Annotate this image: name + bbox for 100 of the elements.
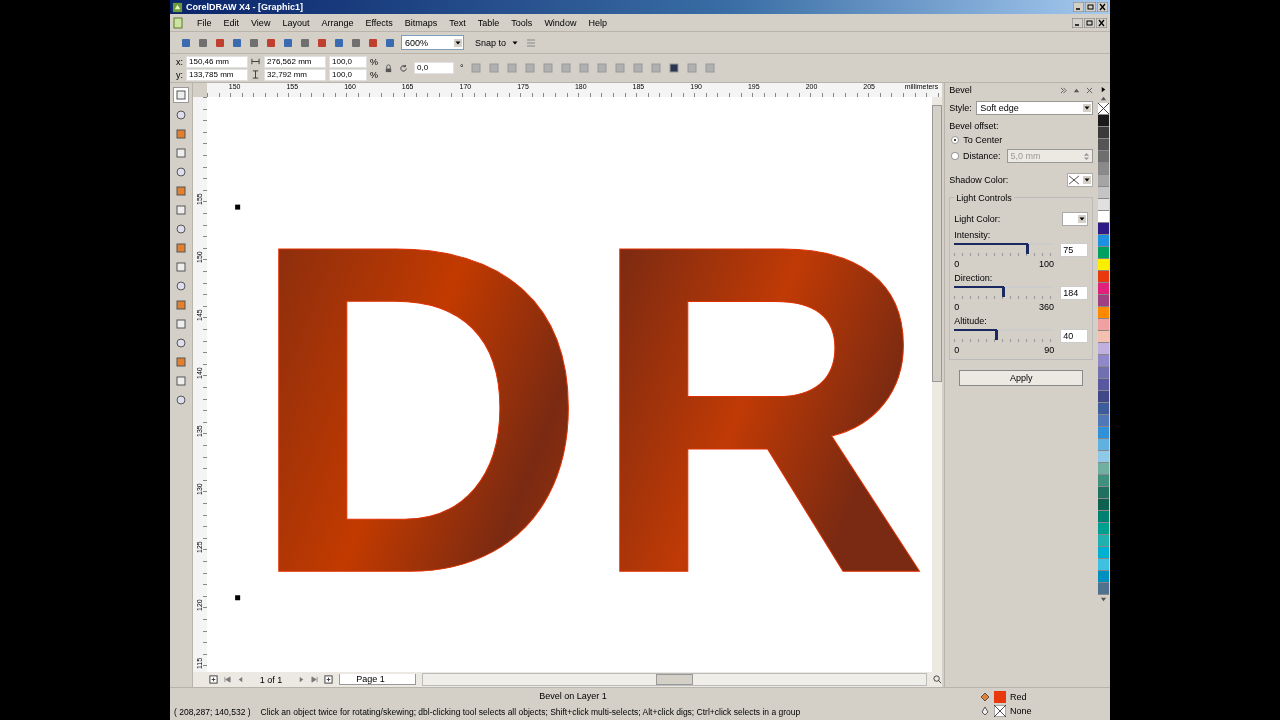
y-position-field[interactable]: 133,785 mm — [186, 68, 248, 81]
light-color-picker[interactable] — [1062, 212, 1089, 226]
color-swatch[interactable] — [1098, 151, 1110, 163]
dropdown-arrow-icon[interactable] — [454, 38, 462, 47]
close-button[interactable] — [1096, 17, 1107, 28]
color-swatch[interactable] — [1098, 259, 1110, 271]
color-swatch[interactable] — [1098, 475, 1110, 487]
dropdown-arrow-icon[interactable] — [1083, 104, 1092, 112]
dropdown-arrow-icon[interactable] — [1083, 176, 1092, 184]
x-position-field[interactable]: 150,46 mm — [186, 55, 248, 68]
close-icon[interactable] — [1086, 86, 1094, 94]
color-swatch[interactable] — [1098, 283, 1110, 295]
color-swatch[interactable] — [1098, 583, 1110, 595]
zoom-level-dropdown[interactable]: 600% — [401, 35, 464, 50]
color-swatch[interactable] — [1098, 379, 1110, 391]
minimize-button[interactable] — [1073, 2, 1084, 12]
palette-flyout-icon[interactable] — [1100, 86, 1108, 93]
color-swatch[interactable] — [1098, 343, 1110, 355]
collapse-icon[interactable] — [1073, 86, 1081, 94]
color-swatch[interactable] — [1098, 247, 1110, 259]
color-swatch[interactable] — [1098, 211, 1110, 223]
style-dropdown[interactable]: Soft edge — [976, 101, 1094, 115]
menu-item[interactable]: Bitmaps — [398, 17, 444, 28]
color-swatch[interactable] — [1098, 571, 1110, 583]
width-field[interactable]: 276,562 mm — [264, 55, 326, 68]
color-swatch[interactable] — [1098, 403, 1110, 415]
menu-item[interactable]: Arrange — [315, 17, 360, 28]
no-outline-swatch[interactable] — [994, 705, 1006, 717]
menu-item[interactable]: Effects — [359, 17, 399, 28]
scale-x-field[interactable]: 100,0 — [329, 55, 367, 68]
add-page-icon[interactable] — [208, 675, 218, 684]
menu-item[interactable]: Layout — [276, 17, 316, 28]
restore-button[interactable] — [1084, 17, 1095, 28]
menu-item[interactable]: Text — [443, 17, 472, 28]
color-swatch[interactable] — [1098, 439, 1110, 451]
menu-item[interactable]: Window — [538, 17, 583, 28]
value-field[interactable]: 40 — [1060, 329, 1089, 343]
value-field[interactable]: 184 — [1060, 286, 1089, 300]
selection-handle[interactable] — [234, 595, 240, 601]
vertical-scrollbar[interactable] — [932, 97, 943, 672]
color-swatch[interactable] — [1098, 307, 1110, 319]
slider-thumb[interactable] — [1025, 244, 1029, 254]
menu-item[interactable]: View — [245, 17, 277, 28]
height-field[interactable]: 32,792 mm — [264, 68, 326, 81]
color-swatch[interactable] — [1098, 271, 1110, 283]
color-swatch[interactable] — [1098, 175, 1110, 187]
color-swatch[interactable] — [1098, 355, 1110, 367]
color-swatch[interactable] — [1098, 559, 1110, 571]
color-swatch[interactable] — [1098, 235, 1110, 247]
lock-icon[interactable] — [384, 63, 394, 73]
add-page-icon[interactable] — [324, 675, 334, 684]
color-swatch[interactable] — [1098, 451, 1110, 463]
color-swatch[interactable] — [1098, 187, 1110, 199]
color-swatch[interactable] — [1098, 511, 1110, 523]
color-swatch[interactable] — [1098, 199, 1110, 211]
no-color-swatch[interactable] — [1098, 103, 1110, 115]
restore-button[interactable] — [1085, 2, 1096, 12]
previous-page-icon[interactable] — [236, 676, 244, 683]
color-swatch[interactable] — [1098, 319, 1110, 331]
color-swatch[interactable] — [1098, 295, 1110, 307]
color-swatch[interactable] — [1098, 331, 1110, 343]
horizontal-scrollbar[interactable] — [421, 673, 928, 686]
slider-thumb[interactable] — [1002, 287, 1006, 297]
slider-thumb[interactable] — [995, 330, 999, 340]
color-swatch[interactable] — [1098, 523, 1110, 535]
shadow-color-picker[interactable] — [1067, 173, 1094, 187]
color-swatch[interactable] — [1098, 427, 1110, 439]
value-field[interactable]: 75 — [1060, 243, 1089, 257]
rotation-field[interactable]: 0,0 — [414, 62, 455, 74]
minimize-button[interactable] — [1072, 17, 1083, 28]
zoom-icon[interactable] — [933, 675, 943, 684]
page-tab[interactable]: Page 1 — [339, 674, 416, 685]
color-swatch[interactable] — [1098, 223, 1110, 235]
fill-color-swatch[interactable] — [994, 691, 1006, 703]
color-swatch[interactable] — [1098, 163, 1110, 175]
color-swatch[interactable] — [1098, 127, 1110, 139]
menu-item[interactable]: Help — [582, 17, 613, 28]
menu-item[interactable]: File — [191, 17, 218, 28]
color-swatch[interactable] — [1098, 547, 1110, 559]
color-swatch[interactable] — [1098, 463, 1110, 475]
scale-y-field[interactable]: 100,0 — [329, 68, 367, 81]
color-swatch[interactable] — [1098, 139, 1110, 151]
apply-button[interactable]: Apply — [959, 370, 1084, 386]
next-page-icon[interactable] — [298, 676, 306, 683]
color-swatch[interactable] — [1098, 535, 1110, 547]
snap-to-dropdown[interactable]: Snap to — [469, 37, 507, 48]
double-chevron-icon[interactable] — [1060, 86, 1068, 94]
color-swatch[interactable] — [1098, 391, 1110, 403]
color-swatch[interactable] — [1098, 115, 1110, 127]
menu-item[interactable]: Edit — [217, 17, 246, 28]
menu-item[interactable]: Table — [471, 17, 506, 28]
dropdown-arrow-icon[interactable] — [1078, 215, 1087, 223]
radio-button[interactable] — [951, 152, 959, 160]
color-swatch[interactable] — [1098, 499, 1110, 511]
color-swatch[interactable] — [1098, 487, 1110, 499]
color-swatch[interactable] — [1098, 415, 1110, 427]
color-swatch[interactable] — [1098, 367, 1110, 379]
radio-button[interactable] — [951, 136, 960, 144]
close-button[interactable] — [1097, 2, 1108, 12]
selection-handle[interactable] — [234, 204, 240, 210]
